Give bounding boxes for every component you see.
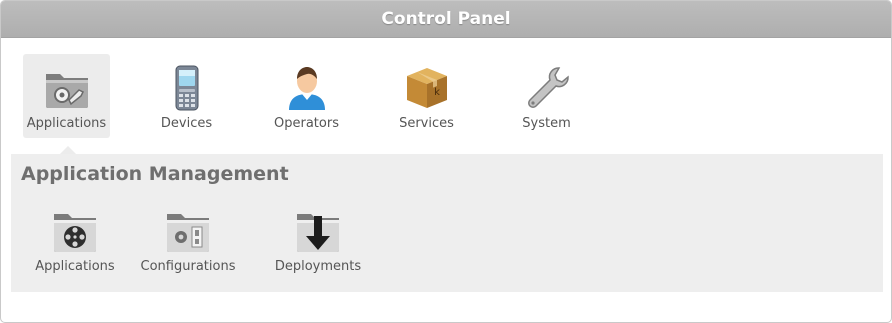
- tab-label: System: [522, 116, 571, 131]
- tab-system[interactable]: System: [503, 54, 590, 138]
- settings-folder-icon: [167, 214, 209, 252]
- item-applications[interactable]: Applications: [20, 206, 130, 280]
- item-deployments[interactable]: Deployments: [263, 206, 373, 280]
- wrench-icon: [527, 67, 569, 108]
- tab-label: Services: [399, 116, 454, 131]
- folder-gear-icon: [45, 74, 88, 108]
- section-title: Application Management: [21, 163, 289, 185]
- svg-text:k: k: [434, 87, 440, 98]
- panel-title: Control Panel: [1, 1, 891, 38]
- control-panel: Control Panel Applications Devices Opera…: [0, 0, 892, 323]
- tab-label: Devices: [160, 116, 213, 131]
- tab-devices[interactable]: Devices: [143, 54, 230, 138]
- tab-applications[interactable]: Applications: [23, 54, 110, 138]
- category-tabs: Applications Devices Operators k Service…: [1, 38, 891, 154]
- active-tab-pointer: [60, 146, 76, 154]
- package-box-icon: k: [406, 68, 447, 108]
- download-folder-icon: [297, 214, 339, 252]
- item-label: Configurations: [140, 259, 236, 274]
- application-management-section: Application Management Applications Conf…: [11, 154, 883, 292]
- mobile-phone-icon: [175, 65, 198, 111]
- film-reel-folder-icon: [54, 214, 96, 252]
- tab-services[interactable]: k Services: [383, 54, 470, 138]
- tab-label: Operators: [274, 116, 339, 131]
- item-label: Applications: [35, 259, 115, 274]
- user-icon: [288, 67, 325, 110]
- tab-operators[interactable]: Operators: [263, 54, 350, 138]
- item-label: Deployments: [274, 259, 362, 274]
- item-configurations[interactable]: Configurations: [133, 206, 243, 280]
- tab-label: Applications: [26, 116, 107, 131]
